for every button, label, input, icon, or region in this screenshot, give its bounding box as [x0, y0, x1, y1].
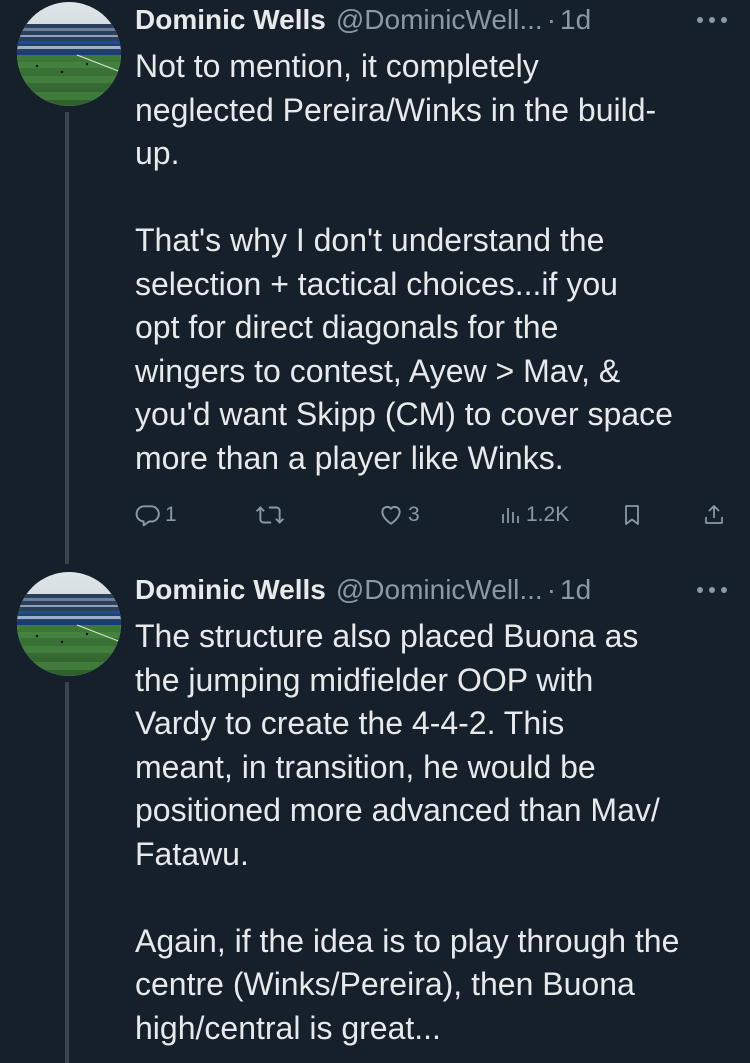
analytics-icon — [502, 508, 519, 523]
retweet-button[interactable] — [255, 497, 289, 533]
author-handle[interactable]: @DominicWell... — [336, 4, 543, 36]
reply-button[interactable]: 1 — [135, 497, 177, 533]
stadium-avatar-icon — [17, 572, 121, 676]
tweet-1: Dominic Wells @DominicWell... · 1d Not t… — [0, 0, 750, 570]
bookmark-button[interactable] — [620, 497, 644, 533]
timestamp[interactable]: 1d — [560, 574, 591, 606]
ellipsis-icon — [697, 587, 727, 593]
retweet-icon — [255, 506, 285, 524]
separator: · — [546, 4, 557, 35]
tweet-header: Dominic Wells @DominicWell... · 1d — [135, 0, 591, 40]
reply-icon — [135, 505, 160, 527]
thread-line — [65, 682, 69, 1063]
tweet-header: Dominic Wells @DominicWell... · 1d — [135, 570, 591, 610]
author-name[interactable]: Dominic Wells — [135, 4, 326, 36]
timestamp[interactable]: 1d — [560, 4, 591, 36]
tweet-text: The structure also placed Buona as the j… — [135, 618, 680, 1046]
views-button[interactable]: 1.2K — [498, 497, 569, 533]
more-options-button[interactable] — [692, 4, 732, 36]
share-icon — [705, 505, 723, 524]
tweet-actions: 1 3 1.2K — [0, 497, 750, 533]
heart-icon — [381, 505, 401, 525]
tweet-2: Dominic Wells @DominicWell... · 1d The s… — [0, 570, 750, 1063]
bookmark-icon — [625, 505, 639, 525]
author-handle[interactable]: @DominicWell... — [336, 574, 543, 606]
author-name[interactable]: Dominic Wells — [135, 574, 326, 606]
avatar[interactable] — [17, 572, 121, 676]
more-options-button[interactable] — [692, 574, 732, 606]
separator: · — [546, 574, 557, 605]
avatar[interactable] — [17, 2, 121, 106]
like-button[interactable]: 3 — [378, 497, 420, 533]
reply-count: 1 — [165, 503, 177, 526]
tweet-text: Not to mention, it completely neglected … — [135, 48, 673, 476]
like-count: 3 — [408, 503, 420, 526]
stadium-avatar-icon — [17, 2, 121, 106]
view-count: 1.2K — [526, 503, 570, 526]
share-button[interactable] — [702, 497, 726, 533]
ellipsis-icon — [697, 17, 727, 23]
